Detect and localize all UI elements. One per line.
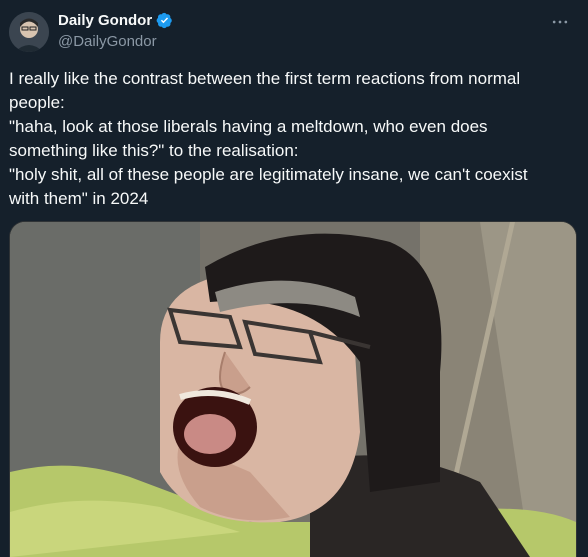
tweet-text-line: "haha, look at those liberals having a m… <box>9 117 488 136</box>
author-name-row: Daily Gondor <box>58 12 173 29</box>
tweet-media-image[interactable] <box>9 221 577 557</box>
avatar[interactable] <box>9 12 49 52</box>
tweet-text-line: "holy shit, all of these people are legi… <box>9 165 528 184</box>
tweet-text-line: people: <box>9 93 65 112</box>
tweet-text-line: with them" in 2024 <box>9 189 149 208</box>
tweet-text-line: I really like the contrast between the f… <box>9 69 521 88</box>
tweet-text-line: something like this?" to the realisation… <box>9 141 299 160</box>
more-options-icon[interactable] <box>546 10 574 34</box>
author-handle[interactable]: @DailyGondor <box>58 33 157 50</box>
media-photo <box>10 222 576 557</box>
verified-badge-icon <box>156 12 173 29</box>
author-display-name[interactable]: Daily Gondor <box>58 12 152 29</box>
tweet-text: I really like the contrast between the f… <box>9 67 569 211</box>
tweet: Daily Gondor @DailyGondor I really like … <box>0 0 588 557</box>
avatar-image <box>9 12 49 52</box>
